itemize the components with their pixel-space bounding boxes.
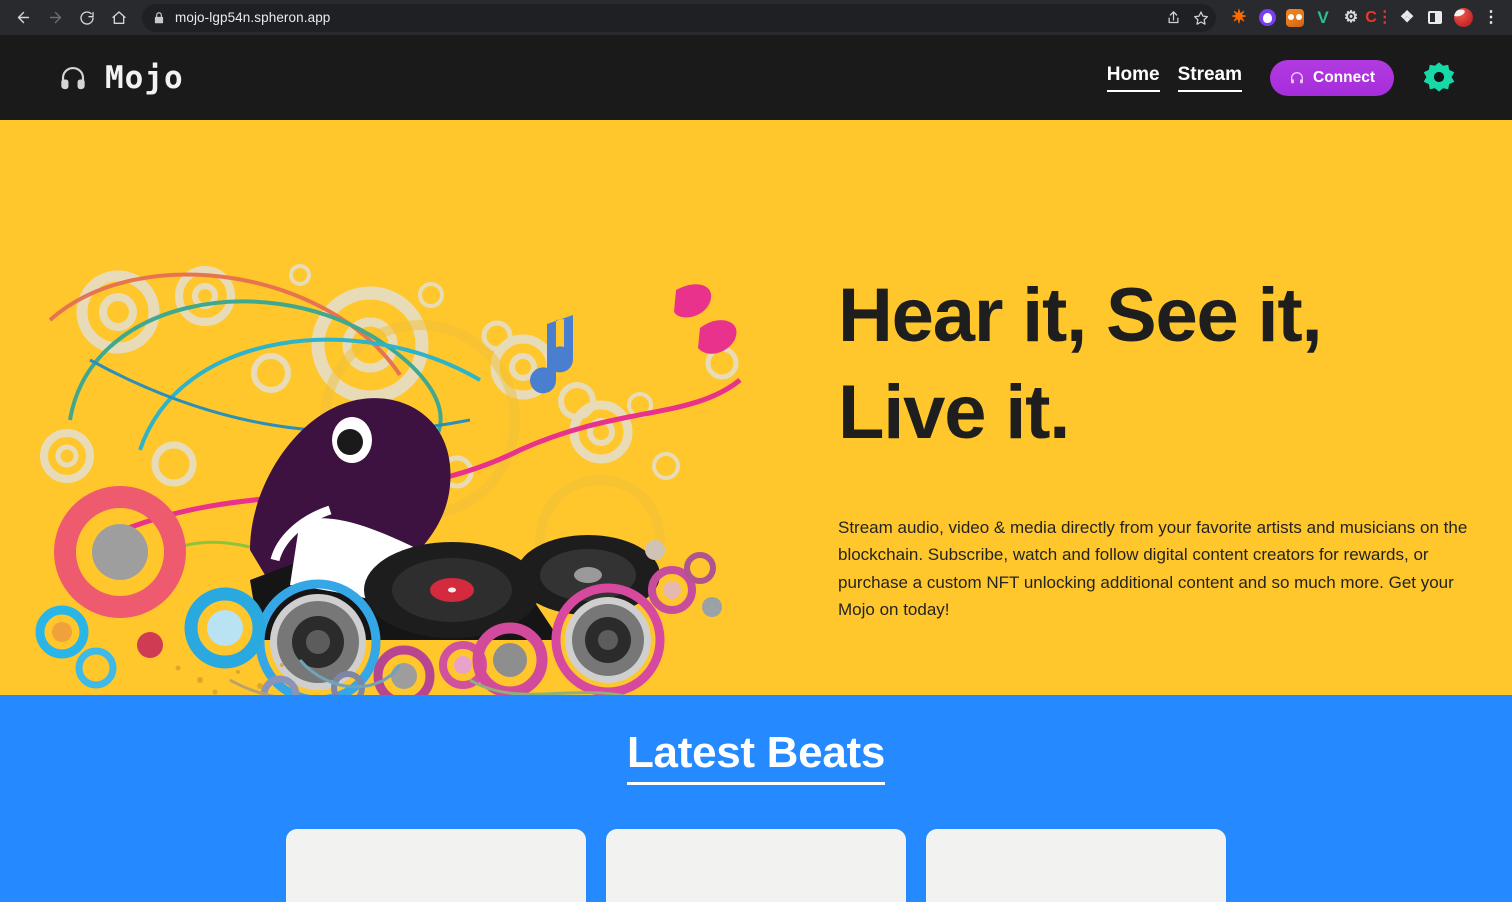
connect-button-label: Connect bbox=[1313, 69, 1375, 86]
address-bar[interactable]: mojo-lgp54n.spheron.app bbox=[142, 3, 1216, 32]
extension-tray: ✷ V ⚙ C⋮ ❖ ⋮ bbox=[1220, 5, 1504, 31]
back-button[interactable] bbox=[8, 3, 38, 33]
hero-artwork bbox=[0, 120, 760, 695]
hero-title: Hear it, See it, Live it. bbox=[838, 268, 1472, 461]
arrow-left-icon bbox=[17, 11, 29, 24]
vue-devtools-extension-icon[interactable]: V bbox=[1310, 5, 1336, 31]
browser-menu-icon[interactable]: ⋮ bbox=[1478, 5, 1504, 31]
beat-card-2[interactable] bbox=[606, 829, 906, 902]
brand-logo[interactable]: Mojo bbox=[58, 60, 184, 96]
nav-stream[interactable]: Stream bbox=[1177, 65, 1242, 92]
reload-button[interactable] bbox=[72, 3, 102, 33]
brand-name: Mojo bbox=[105, 60, 184, 96]
ghost-extension-icon[interactable] bbox=[1254, 5, 1280, 31]
headphones-icon bbox=[1291, 72, 1303, 84]
starburst-extension-icon[interactable]: ✷ bbox=[1226, 5, 1252, 31]
latest-beats-heading-text: Latest Beats bbox=[626, 728, 885, 785]
nav-home[interactable]: Home bbox=[1106, 65, 1160, 92]
puzzle-extensions-icon[interactable]: ❖ bbox=[1394, 5, 1420, 31]
side-panel-icon[interactable] bbox=[1422, 5, 1448, 31]
header-nav: Home Stream Connect bbox=[1106, 60, 1456, 96]
home-button[interactable] bbox=[104, 3, 134, 33]
latest-beats-section: Latest Beats bbox=[0, 695, 1512, 902]
coinbase-wallet-extension-icon[interactable]: C⋮ bbox=[1365, 5, 1393, 31]
connect-button[interactable]: Connect bbox=[1270, 60, 1394, 96]
browser-nav-buttons bbox=[8, 3, 134, 33]
headphones-icon bbox=[61, 66, 85, 90]
metamask-extension-icon[interactable] bbox=[1282, 5, 1308, 31]
beats-card-list bbox=[0, 829, 1512, 902]
star-icon bbox=[1194, 10, 1208, 25]
bookmark-button[interactable] bbox=[1188, 5, 1214, 31]
share-icon bbox=[1168, 11, 1178, 24]
hero-paragraph: Stream audio, video & media directly fro… bbox=[838, 518, 1468, 620]
forward-button[interactable] bbox=[40, 3, 70, 33]
browser-toolbar: mojo-lgp54n.spheron.app ✷ V ⚙ C⋮ ❖ ⋮ bbox=[0, 0, 1512, 36]
home-icon bbox=[112, 10, 126, 24]
arrow-right-icon bbox=[49, 11, 61, 24]
omnibox-actions bbox=[1160, 4, 1214, 32]
hero-title-line2: Live it. bbox=[838, 369, 1070, 455]
reload-icon bbox=[80, 10, 94, 25]
hero-section: Hear it, See it, Live it. Stream audio, … bbox=[0, 120, 1512, 695]
gear-extension-icon[interactable]: ⚙ bbox=[1338, 5, 1364, 31]
web-page: Mojo Home Stream Connect Hear it, See it… bbox=[0, 36, 1512, 902]
url-text: mojo-lgp54n.spheron.app bbox=[175, 10, 331, 25]
share-button[interactable] bbox=[1160, 5, 1186, 31]
spheron-badge-icon[interactable] bbox=[1422, 61, 1456, 95]
hero-copy: Hear it, See it, Live it. Stream audio, … bbox=[760, 120, 1512, 695]
dj-turntables-illustration bbox=[0, 120, 760, 695]
profile-avatar-icon[interactable] bbox=[1450, 5, 1476, 31]
hero-title-line1: Hear it, See it, bbox=[838, 273, 1323, 358]
lock-icon bbox=[154, 11, 164, 23]
beat-card-1[interactable] bbox=[286, 829, 586, 902]
beat-card-3[interactable] bbox=[926, 829, 1226, 902]
latest-beats-heading: Latest Beats bbox=[0, 728, 1512, 785]
site-header: Mojo Home Stream Connect bbox=[0, 36, 1512, 120]
